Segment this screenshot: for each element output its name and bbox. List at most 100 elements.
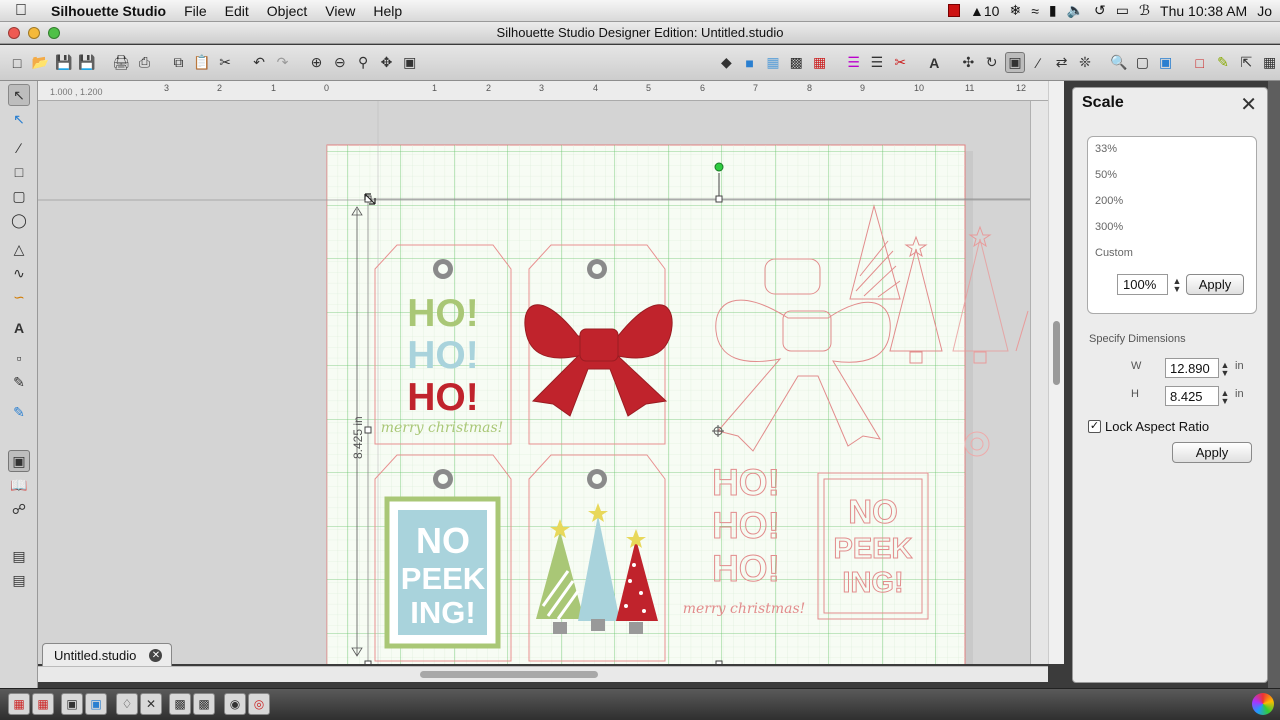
zoom-out-icon[interactable]: ⊖: [330, 52, 350, 73]
preset-300[interactable]: 300%: [1095, 221, 1123, 233]
release-compound-icon[interactable]: ▣: [85, 693, 107, 715]
ungroup-icon[interactable]: ▦: [32, 693, 54, 715]
grid-icon[interactable]: ▦: [809, 52, 829, 73]
display-icon[interactable]: ▭: [1116, 2, 1129, 19]
eyedropper-tool-icon[interactable]: ✎: [8, 401, 30, 423]
print-icon[interactable]: 🖨: [111, 52, 131, 73]
cut-settings-icon[interactable]: □: [1190, 52, 1210, 73]
modify-icon[interactable]: ◉: [224, 693, 246, 715]
fill-color-icon[interactable]: ◆: [716, 52, 736, 73]
page-view-icon[interactable]: ▣: [8, 450, 30, 472]
split-view-top-icon[interactable]: ▤: [8, 545, 30, 567]
fill-gradient-icon[interactable]: ▦: [763, 52, 783, 73]
height-input[interactable]: 8.425: [1165, 386, 1219, 406]
apply-dimensions-button[interactable]: Apply: [1172, 442, 1252, 463]
save-library-icon[interactable]: 💾: [77, 52, 97, 73]
rotate-icon[interactable]: ↻: [982, 52, 1002, 73]
move-icon[interactable]: ✣: [958, 52, 978, 73]
edit-points-icon[interactable]: ↖: [8, 108, 30, 130]
cut-icon[interactable]: ✂: [215, 52, 235, 73]
send-backward-icon[interactable]: ▩: [193, 693, 215, 715]
offset-rings-icon[interactable]: ◎: [248, 693, 270, 715]
eraser-tool-icon[interactable]: ▫: [8, 347, 30, 369]
zoom-in-icon[interactable]: ⊕: [306, 52, 326, 73]
time-machine-icon[interactable]: ↺: [1094, 2, 1106, 19]
width-stepper[interactable]: ▲ ▼: [1220, 361, 1230, 378]
fit-page-icon[interactable]: ▣: [400, 52, 420, 73]
paste-icon[interactable]: 📋: [192, 52, 212, 73]
split-view-bottom-icon[interactable]: ▤: [8, 569, 30, 591]
width-input[interactable]: 12.890: [1165, 358, 1219, 378]
zoom-selection-icon[interactable]: ⚲: [353, 52, 373, 73]
store-icon[interactable]: 🔍: [1109, 52, 1129, 73]
fill-texture-icon[interactable]: ▩: [786, 52, 806, 73]
percent-stepper[interactable]: ▲ ▼: [1172, 277, 1182, 294]
line-color-icon[interactable]: ☰: [843, 52, 863, 73]
pan-icon[interactable]: ✥: [376, 52, 396, 73]
lock-aspect-checkbox[interactable]: ✓: [1088, 420, 1101, 433]
design-canvas[interactable]: 8.425 in HO! HO! HO! merry christmas! NO…: [38, 101, 1030, 664]
text-style-icon[interactable]: A: [924, 52, 944, 73]
delete-icon[interactable]: ✕: [140, 693, 162, 715]
scale-icon[interactable]: ▣: [1004, 52, 1026, 73]
preset-custom[interactable]: Custom: [1095, 247, 1133, 259]
offset-icon[interactable]: ⇱: [1236, 52, 1256, 73]
sync-icon[interactable]: ❄: [1009, 2, 1021, 19]
apple-menu-icon[interactable]: : [0, 2, 42, 20]
align-icon[interactable]: ⇄: [1052, 52, 1072, 73]
store-view-icon[interactable]: ☍: [8, 498, 30, 520]
line-tool-icon[interactable]: ∕: [8, 137, 30, 159]
new-document-icon[interactable]: □: [7, 52, 27, 73]
apply-percent-button[interactable]: Apply: [1186, 274, 1244, 295]
preset-200[interactable]: 200%: [1095, 195, 1123, 207]
select-tool-icon[interactable]: ↖: [8, 84, 30, 106]
vertical-scroll-thumb[interactable]: [1053, 321, 1060, 385]
document-tab[interactable]: Untitled.studio ✕: [42, 643, 172, 666]
knife-tool-icon[interactable]: ✎: [8, 371, 30, 393]
red-status-icon[interactable]: [948, 4, 961, 17]
weld-icon[interactable]: ♢: [116, 693, 138, 715]
menu-file[interactable]: File: [175, 3, 216, 19]
shear-icon[interactable]: ∕: [1028, 52, 1048, 73]
text-tool-icon[interactable]: A: [8, 317, 30, 339]
ellipse-tool-icon[interactable]: ◯: [8, 209, 30, 231]
close-tab-icon[interactable]: ✕: [149, 648, 163, 662]
library-icon[interactable]: ▣: [1155, 52, 1175, 73]
zoom-window-button[interactable]: [48, 27, 60, 39]
clock[interactable]: Thu 10:38 AM: [1160, 3, 1247, 19]
close-panel-icon[interactable]: ✕: [1240, 92, 1257, 117]
rectangle-tool-icon[interactable]: □: [8, 161, 30, 183]
preset-50[interactable]: 50%: [1095, 169, 1117, 181]
adobe-status[interactable]: ▲10: [970, 3, 999, 19]
height-stepper[interactable]: ▲ ▼: [1220, 389, 1230, 406]
redo-icon[interactable]: ↷: [272, 52, 292, 73]
polygon-tool-icon[interactable]: △: [8, 238, 30, 260]
user-menu[interactable]: Jo: [1257, 3, 1272, 19]
volume-icon[interactable]: 🔈: [1067, 2, 1084, 19]
replicate-icon[interactable]: ❊: [1075, 52, 1095, 73]
wifi-icon[interactable]: ≈: [1031, 3, 1039, 19]
make-compound-icon[interactable]: ▣: [61, 693, 83, 715]
color-wheel-icon[interactable]: [1252, 693, 1274, 715]
lock-aspect-ratio[interactable]: ✓ Lock Aspect Ratio: [1088, 419, 1209, 434]
group-icon[interactable]: ▦: [8, 693, 30, 715]
horizontal-scroll-thumb[interactable]: [420, 671, 598, 678]
save-icon[interactable]: 💾: [54, 52, 74, 73]
cut-send-icon[interactable]: ⎙: [134, 52, 154, 73]
close-window-button[interactable]: [8, 27, 20, 39]
page-settings-icon[interactable]: ▢: [1132, 52, 1152, 73]
menu-view[interactable]: View: [316, 3, 364, 19]
open-icon[interactable]: 📂: [30, 52, 50, 73]
menu-edit[interactable]: Edit: [216, 3, 258, 19]
menu-object[interactable]: Object: [258, 3, 316, 19]
undo-icon[interactable]: ↶: [249, 52, 269, 73]
battery-icon[interactable]: ▮: [1049, 2, 1057, 19]
curve-tool-icon[interactable]: ∿: [8, 262, 30, 284]
library-view-icon[interactable]: 📖: [8, 474, 30, 496]
trace-icon[interactable]: ▦: [1259, 52, 1279, 73]
bring-forward-icon[interactable]: ▩: [169, 693, 191, 715]
menu-help[interactable]: Help: [364, 3, 411, 19]
vertical-scrollbar[interactable]: [1048, 81, 1064, 664]
horizontal-scrollbar[interactable]: [38, 666, 1048, 682]
bluetooth-icon[interactable]: ℬ: [1139, 2, 1150, 19]
